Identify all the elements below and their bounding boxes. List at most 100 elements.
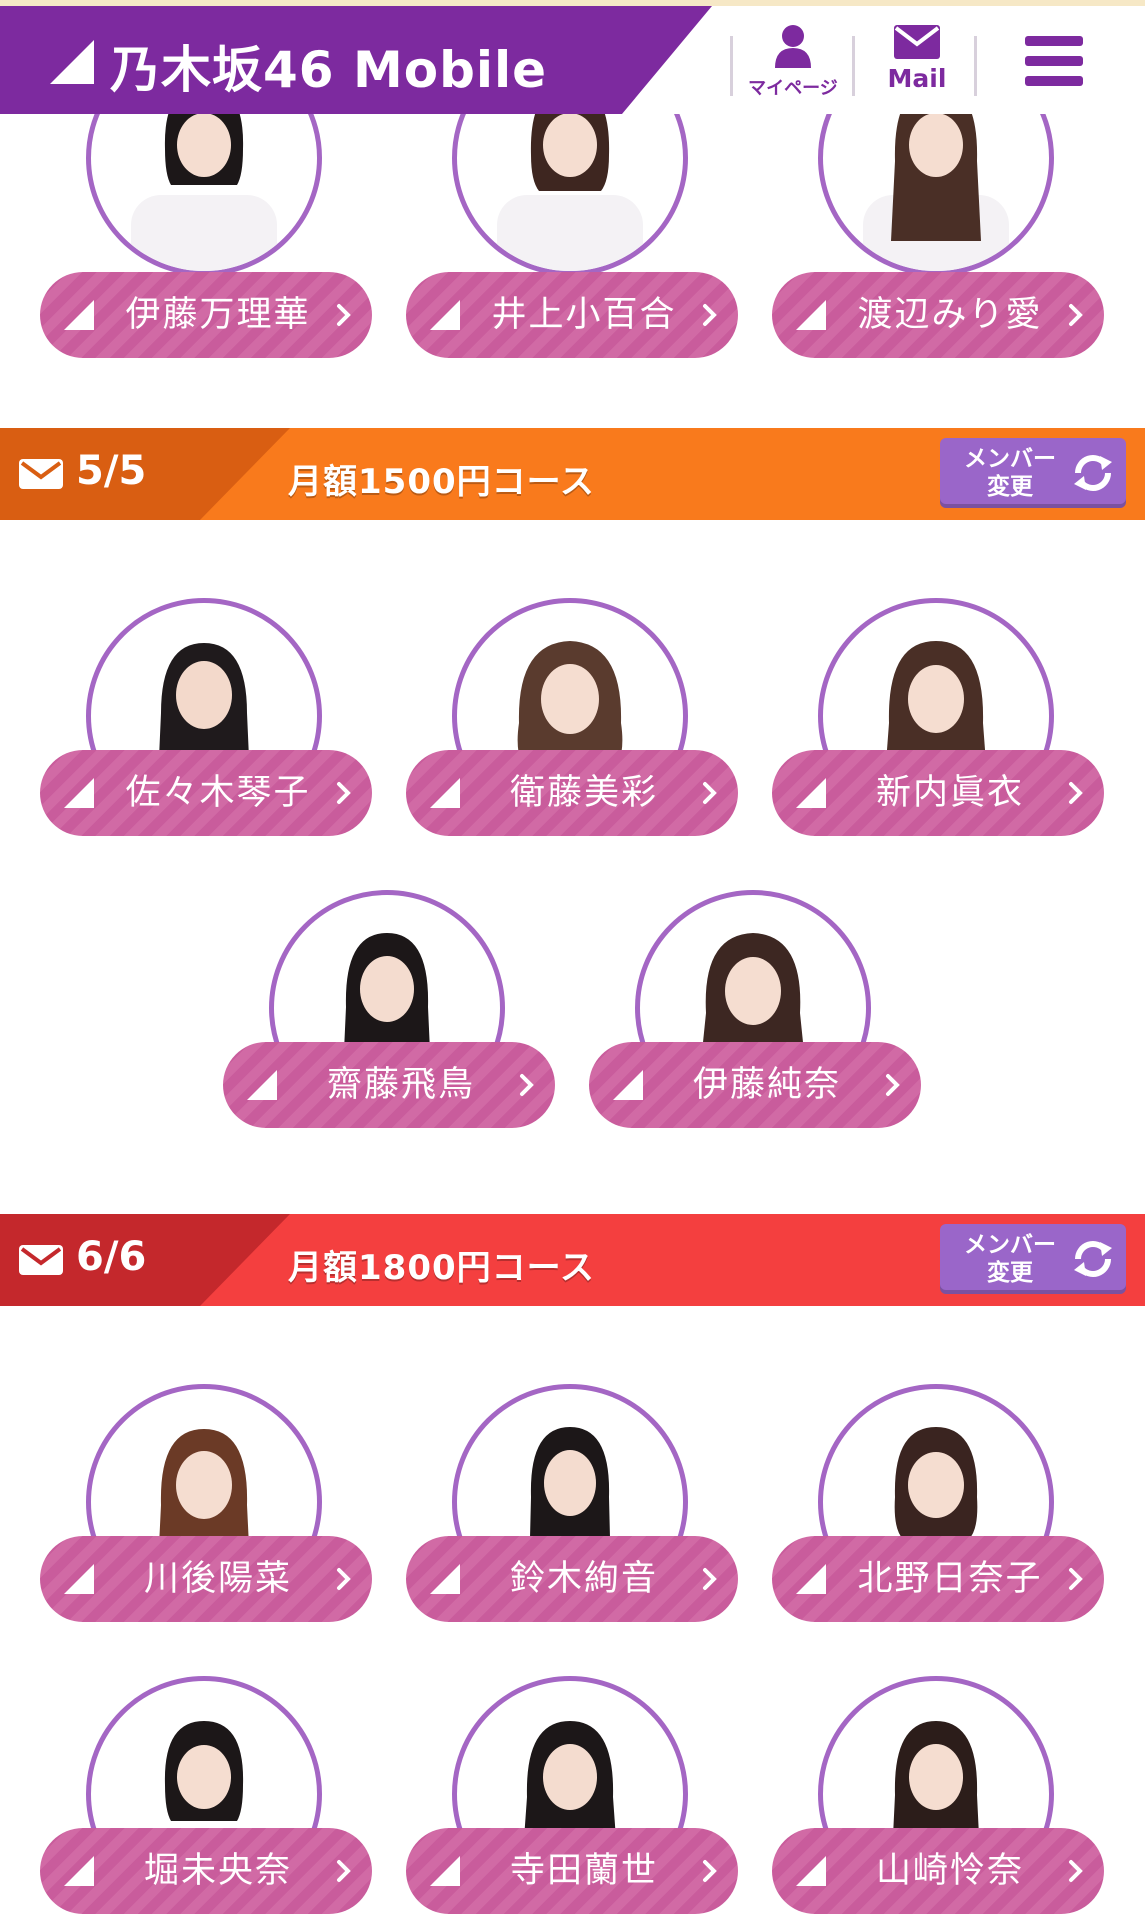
member-name: 齋藤飛鳥 bbox=[326, 1065, 475, 1105]
nogi-triangle-icon bbox=[430, 1856, 460, 1886]
member-name-button[interactable]: 衛藤美彩 bbox=[406, 750, 738, 836]
refresh-icon bbox=[1074, 455, 1112, 491]
nogi-triangle-icon bbox=[796, 1564, 826, 1594]
change-member-sublabel: 変更 bbox=[987, 474, 1033, 500]
member-name: 寺田蘭世 bbox=[509, 1851, 658, 1891]
chevron-right-icon bbox=[337, 782, 351, 804]
member-card[interactable]: 井上小百合 bbox=[406, 120, 738, 358]
member-name: 佐々木琴子 bbox=[125, 773, 311, 813]
nogi-triangle-icon bbox=[64, 1856, 94, 1886]
brand-title: 乃木坂46 Mobile bbox=[110, 41, 548, 99]
chevron-right-icon bbox=[1069, 304, 1083, 326]
mypage-button[interactable]: マイページ bbox=[742, 24, 844, 100]
member-name-button[interactable]: 佐々木琴子 bbox=[40, 750, 372, 836]
change-member-label: メンバー bbox=[964, 1232, 1056, 1258]
member-name-button[interactable]: 北野日奈子 bbox=[772, 1536, 1104, 1622]
chevron-right-icon bbox=[337, 1568, 351, 1590]
member-name: 新内眞衣 bbox=[875, 773, 1024, 813]
member-name-button[interactable]: 渡辺みり愛 bbox=[772, 272, 1104, 358]
member-name-button[interactable]: 伊藤純奈 bbox=[589, 1042, 921, 1128]
mail-count-icon bbox=[19, 459, 63, 489]
mail-button[interactable]: Mail bbox=[872, 24, 962, 93]
nogi-triangle-icon bbox=[247, 1070, 277, 1100]
member-name: 鈴木絢音 bbox=[509, 1559, 658, 1599]
change-member-button[interactable]: メンバー 変更 bbox=[940, 438, 1126, 508]
course-name: 月額1800円コース bbox=[288, 1248, 595, 1288]
hamburger-icon bbox=[1025, 36, 1083, 86]
brand-bar[interactable]: 乃木坂46 Mobile bbox=[0, 6, 712, 114]
menu-button[interactable] bbox=[1023, 36, 1085, 90]
member-card[interactable]: 伊藤万理華 bbox=[40, 120, 372, 358]
nogi-triangle-icon bbox=[613, 1070, 643, 1100]
nogi-triangle-icon bbox=[796, 1856, 826, 1886]
chevron-right-icon bbox=[703, 782, 717, 804]
chevron-right-icon bbox=[520, 1074, 534, 1096]
header-divider bbox=[974, 36, 977, 96]
refresh-icon bbox=[1074, 1241, 1112, 1277]
member-name-button[interactable]: 川後陽菜 bbox=[40, 1536, 372, 1622]
member-card[interactable]: 伊藤純奈 bbox=[589, 890, 921, 1128]
member-card[interactable]: 衛藤美彩 bbox=[406, 598, 738, 836]
chevron-right-icon bbox=[1069, 1860, 1083, 1882]
member-name: 山崎怜奈 bbox=[875, 1851, 1024, 1891]
nogi-triangle-icon bbox=[64, 1564, 94, 1594]
chevron-right-icon bbox=[337, 1860, 351, 1882]
member-card[interactable]: 渡辺みり愛 bbox=[772, 120, 1104, 358]
member-name: 渡辺みり愛 bbox=[857, 295, 1043, 335]
nogi-triangle-icon bbox=[796, 778, 826, 808]
mypage-label: マイページ bbox=[748, 78, 838, 99]
member-name-button[interactable]: 新内眞衣 bbox=[772, 750, 1104, 836]
member-name: 伊藤純奈 bbox=[692, 1065, 841, 1105]
member-card[interactable]: 新内眞衣 bbox=[772, 598, 1104, 836]
top-strip bbox=[0, 0, 1145, 6]
member-name: 伊藤万理華 bbox=[125, 295, 311, 335]
chevron-right-icon bbox=[1069, 782, 1083, 804]
member-name-button[interactable]: 山崎怜奈 bbox=[772, 1828, 1104, 1914]
nogi-triangle-icon bbox=[796, 300, 826, 330]
nogi-triangle-icon bbox=[430, 778, 460, 808]
member-name-button[interactable]: 齋藤飛鳥 bbox=[223, 1042, 555, 1128]
member-name: 川後陽菜 bbox=[143, 1559, 292, 1599]
course-name: 月額1500円コース bbox=[288, 462, 595, 502]
mail-count-icon bbox=[19, 1245, 63, 1275]
course-1800-header: 6/6 月額1800円コース メンバー 変更 bbox=[0, 1214, 1145, 1306]
change-member-sublabel: 変更 bbox=[987, 1260, 1033, 1286]
member-name: 衛藤美彩 bbox=[509, 773, 658, 813]
chevron-right-icon bbox=[703, 1568, 717, 1590]
chevron-right-icon bbox=[703, 1860, 717, 1882]
member-card[interactable]: 川後陽菜 bbox=[40, 1384, 372, 1622]
chevron-right-icon bbox=[886, 1074, 900, 1096]
nogi-triangle-icon bbox=[430, 1564, 460, 1594]
header-divider bbox=[730, 36, 733, 96]
nogi-triangle-icon bbox=[64, 778, 94, 808]
member-name-button[interactable]: 伊藤万理華 bbox=[40, 272, 372, 358]
nogi-triangle-icon bbox=[430, 300, 460, 330]
member-name-button[interactable]: 堀未央奈 bbox=[40, 1828, 372, 1914]
person-icon bbox=[775, 25, 811, 68]
chevron-right-icon bbox=[1069, 1568, 1083, 1590]
change-member-button[interactable]: メンバー 変更 bbox=[940, 1224, 1126, 1294]
member-card[interactable]: 寺田蘭世 bbox=[406, 1676, 738, 1914]
member-name: 井上小百合 bbox=[491, 295, 677, 335]
header-divider bbox=[852, 36, 855, 96]
change-member-label: メンバー bbox=[964, 446, 1056, 472]
mail-label: Mail bbox=[887, 64, 947, 93]
member-card[interactable]: 北野日奈子 bbox=[772, 1384, 1104, 1622]
member-card[interactable]: 佐々木琴子 bbox=[40, 598, 372, 836]
member-name-button[interactable]: 井上小百合 bbox=[406, 272, 738, 358]
member-card[interactable]: 鈴木絢音 bbox=[406, 1384, 738, 1622]
member-card[interactable]: 山崎怜奈 bbox=[772, 1676, 1104, 1914]
nogi-triangle-icon bbox=[64, 300, 94, 330]
brand-logo-icon bbox=[50, 40, 94, 84]
member-name-button[interactable]: 鈴木絢音 bbox=[406, 1536, 738, 1622]
app-header: 乃木坂46 Mobile マイページ Mail bbox=[0, 6, 1145, 114]
member-card[interactable]: 堀未央奈 bbox=[40, 1676, 372, 1914]
mail-count: 6/6 bbox=[76, 1234, 147, 1280]
mail-icon bbox=[894, 25, 940, 59]
member-card[interactable]: 齋藤飛鳥 bbox=[223, 890, 555, 1128]
course-1500-header: 5/5 月額1500円コース メンバー 変更 bbox=[0, 428, 1145, 520]
chevron-right-icon bbox=[703, 304, 717, 326]
mail-count: 5/5 bbox=[76, 448, 147, 494]
member-name-button[interactable]: 寺田蘭世 bbox=[406, 1828, 738, 1914]
member-name: 堀未央奈 bbox=[143, 1851, 292, 1891]
